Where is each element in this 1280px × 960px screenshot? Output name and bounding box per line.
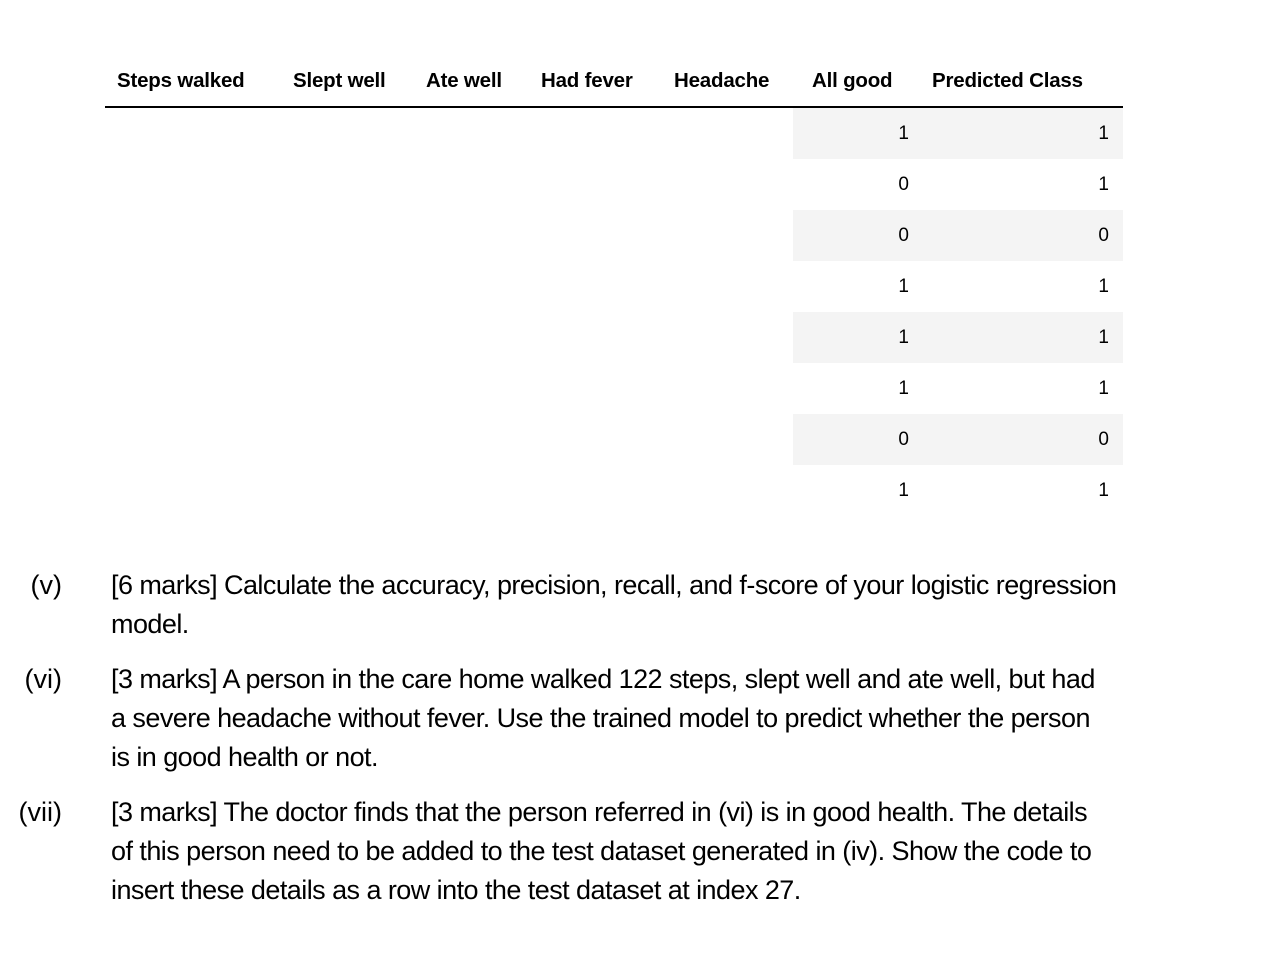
predicted-class-cell: 1 xyxy=(1098,276,1109,297)
question-text: [6 marks] Calculate the accuracy, precis… xyxy=(111,566,1251,644)
question-number: (v) xyxy=(30,570,62,600)
column-header-ate-well: Ate well xyxy=(426,69,502,92)
predicted-class-cell: 1 xyxy=(1098,174,1109,195)
question-line: [3 marks] A person in the care home walk… xyxy=(111,664,1095,694)
question-line: of this person need to be added to the t… xyxy=(111,836,1092,866)
table-row: 1 1 xyxy=(793,363,1123,414)
predicted-class-cell: 0 xyxy=(1098,429,1109,450)
all-good-cell: 0 xyxy=(898,429,909,450)
column-header-steps-walked: Steps walked xyxy=(117,69,245,92)
all-good-cell: 1 xyxy=(898,276,909,297)
predicted-class-cell: 0 xyxy=(1098,225,1109,246)
question-number: (vi) xyxy=(24,664,62,694)
column-header-predicted-class: Predicted Class xyxy=(932,69,1083,92)
question-line: a severe headache without fever. Use the… xyxy=(111,703,1090,733)
table-row: 1 1 xyxy=(793,312,1123,363)
column-header-slept-well: Slept well xyxy=(293,69,386,92)
all-good-cell: 0 xyxy=(898,174,909,195)
table-row: 1 1 xyxy=(793,108,1123,159)
predicted-class-cell: 1 xyxy=(1098,378,1109,399)
all-good-cell: 1 xyxy=(898,327,909,348)
table-row: 1 1 xyxy=(793,261,1123,312)
question-number: (vii) xyxy=(18,797,62,827)
all-good-cell: 0 xyxy=(898,225,909,246)
predicted-class-cell: 1 xyxy=(1098,123,1109,144)
column-header-headache: Headache xyxy=(674,69,770,92)
question-line: model. xyxy=(111,609,189,639)
question-line: insert these details as a row into the t… xyxy=(111,875,801,905)
table-row: 0 0 xyxy=(793,210,1123,261)
predicted-class-cell: 1 xyxy=(1098,327,1109,348)
table-row: 1 1 xyxy=(793,465,1123,516)
all-good-cell: 1 xyxy=(898,480,909,501)
all-good-cell: 1 xyxy=(898,123,909,144)
table-header: Steps walked Slept well Ate well Had fev… xyxy=(105,60,1123,108)
table-row: 0 1 xyxy=(793,159,1123,210)
table-row: 0 0 xyxy=(793,414,1123,465)
column-header-all-good: All good xyxy=(812,69,893,92)
question-line: [6 marks] Calculate the accuracy, precis… xyxy=(111,570,1117,600)
question-line: is in good health or not. xyxy=(111,742,379,772)
predicted-class-cell: 1 xyxy=(1098,480,1109,501)
results-table: Steps walked Slept well Ate well Had fev… xyxy=(105,60,1123,501)
question-text: [3 marks] The doctor finds that the pers… xyxy=(111,793,1251,910)
question-line: [3 marks] The doctor finds that the pers… xyxy=(111,797,1088,827)
question-text: [3 marks] A person in the care home walk… xyxy=(111,660,1251,777)
all-good-cell: 1 xyxy=(898,378,909,399)
column-header-had-fever: Had fever xyxy=(541,69,633,92)
